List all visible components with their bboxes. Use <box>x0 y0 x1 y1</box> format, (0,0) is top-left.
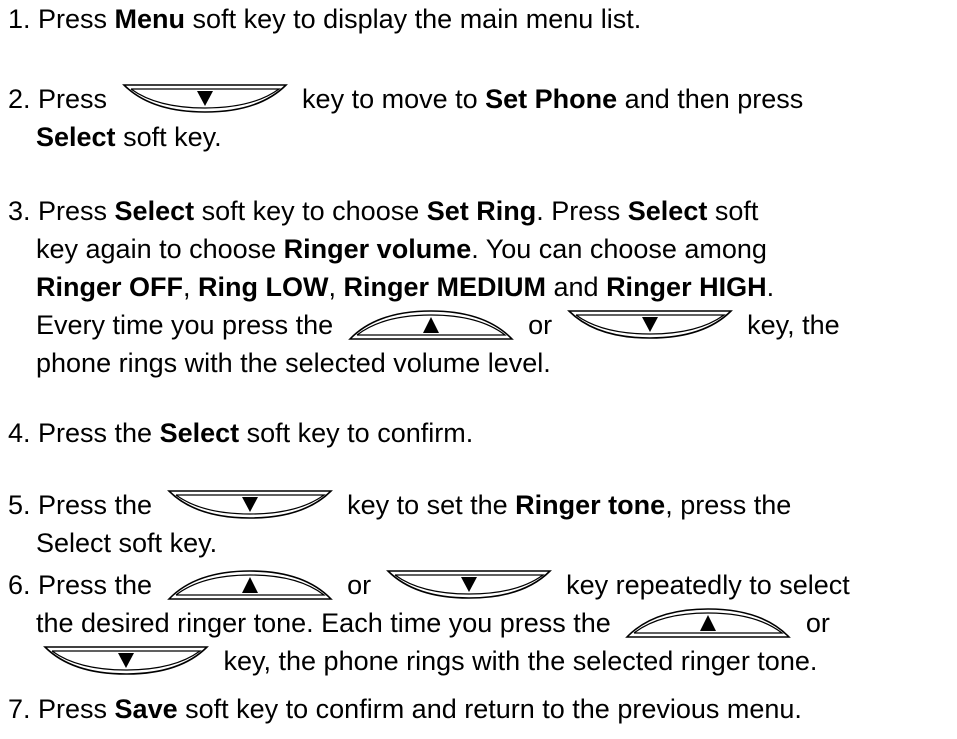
text-run: soft key to choose <box>194 196 427 226</box>
text-run: . You can choose among <box>471 234 767 264</box>
step-line: phone rings with the selected volume lev… <box>8 344 953 382</box>
text-run: or <box>798 608 830 638</box>
text-run: and <box>546 272 607 302</box>
step-2: 2. Press key to move to Set Phone and th… <box>8 80 953 156</box>
step-1: 1. Press Menu soft key to display the ma… <box>8 0 953 38</box>
step-line: 2. Press key to move to Set Phone and th… <box>8 80 953 118</box>
bold-term: Ringer MEDIUM <box>343 272 547 302</box>
step-line: Every time you press the or key, the <box>8 306 953 344</box>
text-run: , <box>183 272 199 302</box>
text-run: key repeatedly to select <box>558 570 850 600</box>
text-run: 7. Press <box>8 694 115 724</box>
text-run: key to move to <box>294 84 486 114</box>
up-arrow-key-icon <box>624 603 792 641</box>
text-run: . Press <box>536 196 628 226</box>
text-run: 2. Press <box>8 84 115 114</box>
text-run: , press the <box>665 490 792 520</box>
text-run: and then press <box>617 84 804 114</box>
up-arrow-key-icon <box>166 565 334 603</box>
bold-term: Menu <box>114 4 186 34</box>
text-run: soft key to display the main menu list. <box>185 4 642 34</box>
step-line: Ringer OFF, Ring LOW, Ringer MEDIUM and … <box>8 268 953 306</box>
step-line: 4. Press the Select soft key to confirm. <box>8 414 953 452</box>
down-arrow-key-icon <box>121 79 289 117</box>
bold-term: Ringer tone <box>515 490 666 520</box>
text-run: key again to choose <box>36 234 284 264</box>
bold-term: Set Ring <box>426 196 537 226</box>
bold-term: Ringer volume <box>283 234 472 264</box>
bold-term: Ringer OFF <box>36 272 183 302</box>
step-line: Select soft key. <box>8 118 953 156</box>
text-run: soft key to confirm and return to the pr… <box>177 694 802 724</box>
down-arrow-key-icon <box>385 565 553 603</box>
step-7: 7. Press Save soft key to confirm and re… <box>8 690 953 728</box>
text-run: the desired ringer tone. Each time you p… <box>36 608 619 638</box>
step-line: key, the phone rings with the selected r… <box>8 642 953 680</box>
step-line: 5. Press the key to set the Ringer tone,… <box>8 486 953 524</box>
text-run: soft <box>707 196 759 226</box>
text-run: phone rings with the selected volume lev… <box>36 348 551 378</box>
bold-term: Save <box>114 694 178 724</box>
down-arrow-key-icon <box>166 485 334 523</box>
text-run: soft key. <box>115 122 222 152</box>
text-run: 1. Press <box>8 4 115 34</box>
step-line: key again to choose Ringer volume. You c… <box>8 230 953 268</box>
text-run: key, the phone rings with the selected r… <box>216 646 818 676</box>
step-line: the desired ringer tone. Each time you p… <box>8 604 953 642</box>
text-run: 3. Press <box>8 196 115 226</box>
step-5: 5. Press the key to set the Ringer tone,… <box>8 486 953 562</box>
step-6: 6. Press the or key repeatedly to select… <box>8 566 953 680</box>
bold-term: Select <box>627 196 708 226</box>
text-run: 6. Press the <box>8 570 160 600</box>
bold-term: Set Phone <box>485 84 618 114</box>
up-arrow-key-icon <box>347 305 515 343</box>
text-run: key to set the <box>339 490 516 520</box>
bold-term: Ringer HIGH <box>606 272 767 302</box>
text-run: or <box>339 570 379 600</box>
text-run: Select soft key. <box>36 528 218 558</box>
step-line: 3. Press Select soft key to choose Set R… <box>8 192 953 230</box>
bold-term: Select <box>159 418 240 448</box>
text-run: key, the <box>739 310 840 340</box>
step-line: 6. Press the or key repeatedly to select <box>8 566 953 604</box>
bold-term: Ring LOW <box>198 272 329 302</box>
bold-term: Select <box>36 122 116 152</box>
instruction-page: 1. Press Menu soft key to display the ma… <box>0 0 957 739</box>
step-line: Select soft key. <box>8 524 953 562</box>
step-3: 3. Press Select soft key to choose Set R… <box>8 192 953 382</box>
bold-term: Select <box>114 196 195 226</box>
down-arrow-key-icon <box>566 305 734 343</box>
text-run: , <box>328 272 344 302</box>
text-run: . <box>766 272 775 302</box>
step-line: 1. Press Menu soft key to display the ma… <box>8 0 953 38</box>
down-arrow-key-icon <box>42 641 210 679</box>
text-run: 4. Press the <box>8 418 160 448</box>
text-run: or <box>520 310 560 340</box>
step-4: 4. Press the Select soft key to confirm. <box>8 414 953 452</box>
text-run: Every time you press the <box>36 310 341 340</box>
text-run: 5. Press the <box>8 490 160 520</box>
step-line: 7. Press Save soft key to confirm and re… <box>8 690 953 728</box>
text-run: soft key to confirm. <box>239 418 474 448</box>
